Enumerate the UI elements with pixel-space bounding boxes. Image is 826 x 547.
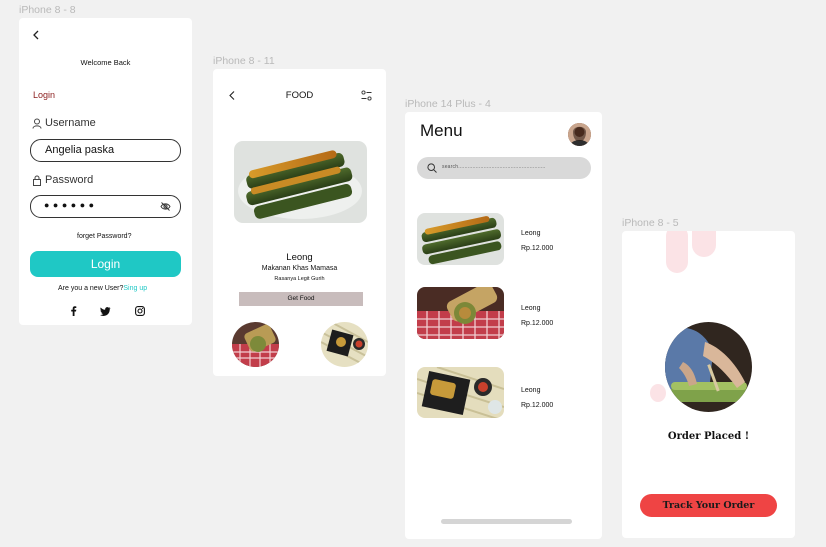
signup-link[interactable]: Sing up — [123, 285, 147, 292]
menu-item-price: Rp.12.000 — [521, 402, 554, 409]
login-section-label: Login — [33, 90, 56, 100]
frame-label-menu: iPhone 14 Plus - 4 — [405, 98, 491, 110]
home-indicator — [441, 519, 572, 524]
facebook-icon[interactable] — [70, 306, 77, 316]
order-screen: Order Placed ! Track Your Order — [622, 231, 795, 538]
food-screen: FOOD Leong Makanan Khas Mamasa Rasanya L… — [213, 69, 386, 376]
avatar[interactable] — [568, 123, 591, 146]
decor-blob — [692, 231, 716, 257]
leong-dish-image — [234, 141, 367, 223]
decor-blob — [650, 384, 666, 402]
menu-item-image — [417, 213, 504, 265]
food-subtitle: Makanan Khas Mamasa — [261, 265, 338, 272]
search-input[interactable]: search..................................… — [442, 164, 546, 170]
password-label: Password — [45, 174, 94, 186]
decor-blob — [666, 231, 688, 273]
menu-screen: Menu search.............................… — [405, 112, 602, 539]
search-icon — [427, 163, 437, 173]
menu-item-name: Leong — [521, 305, 541, 312]
menu-item-name: Leong — [521, 387, 541, 394]
menu-item[interactable]: Leong Rp.12.000 — [405, 366, 602, 420]
food-thumb-left[interactable] — [232, 322, 279, 367]
lock-icon — [32, 175, 42, 186]
track-order-button[interactable]: Track Your Order — [640, 494, 777, 517]
menu-item-image — [417, 287, 504, 339]
filter-icon[interactable] — [361, 90, 372, 101]
username-field[interactable]: Angelia paska — [30, 139, 181, 162]
food-name: Leong — [286, 252, 313, 263]
order-status: Order Placed ! — [667, 431, 750, 442]
menu-item[interactable]: Leong Rp.12.000 — [405, 286, 602, 340]
instagram-icon[interactable] — [135, 306, 145, 316]
username-label: Username — [45, 117, 96, 129]
get-food-button[interactable]: Get Food — [239, 292, 363, 306]
signup-row: Are you a new User?Sing up — [58, 285, 147, 292]
user-icon — [32, 118, 42, 129]
twitter-icon[interactable] — [100, 307, 111, 316]
frame-label-food: iPhone 8 - 11 — [213, 55, 275, 67]
order-image — [665, 322, 752, 412]
forgot-password-link[interactable]: forget Password? — [77, 233, 131, 240]
login-button[interactable]: Login — [30, 251, 181, 277]
menu-item-image — [417, 367, 504, 418]
search-bar[interactable]: search..................................… — [417, 157, 591, 179]
new-user-text: Are you a new User? — [58, 285, 124, 292]
password-field[interactable]: ● ● ● ● ● ● — [30, 195, 181, 218]
menu-item[interactable]: Leong Rp.12.000 — [405, 212, 602, 266]
username-value: Angelia paska — [45, 144, 115, 156]
menu-item-name: Leong — [521, 230, 541, 237]
frame-label-order: iPhone 8 - 5 — [622, 217, 679, 229]
back-arrow-icon[interactable] — [32, 30, 40, 40]
food-thumb-right[interactable] — [321, 322, 368, 367]
frame-label-login: iPhone 8 - 8 — [19, 4, 76, 16]
eye-off-icon[interactable] — [160, 201, 171, 212]
food-tagline: Rasanya Legit Gurih — [274, 276, 325, 282]
login-screen: Welcome Back Login Username Angelia pask… — [19, 18, 192, 325]
password-mask: ● ● ● ● ● ● — [44, 200, 95, 210]
menu-title: Menu — [420, 121, 463, 140]
menu-item-price: Rp.12.000 — [521, 245, 554, 252]
menu-item-price: Rp.12.000 — [521, 320, 554, 327]
welcome-title: Welcome Back — [80, 58, 131, 67]
